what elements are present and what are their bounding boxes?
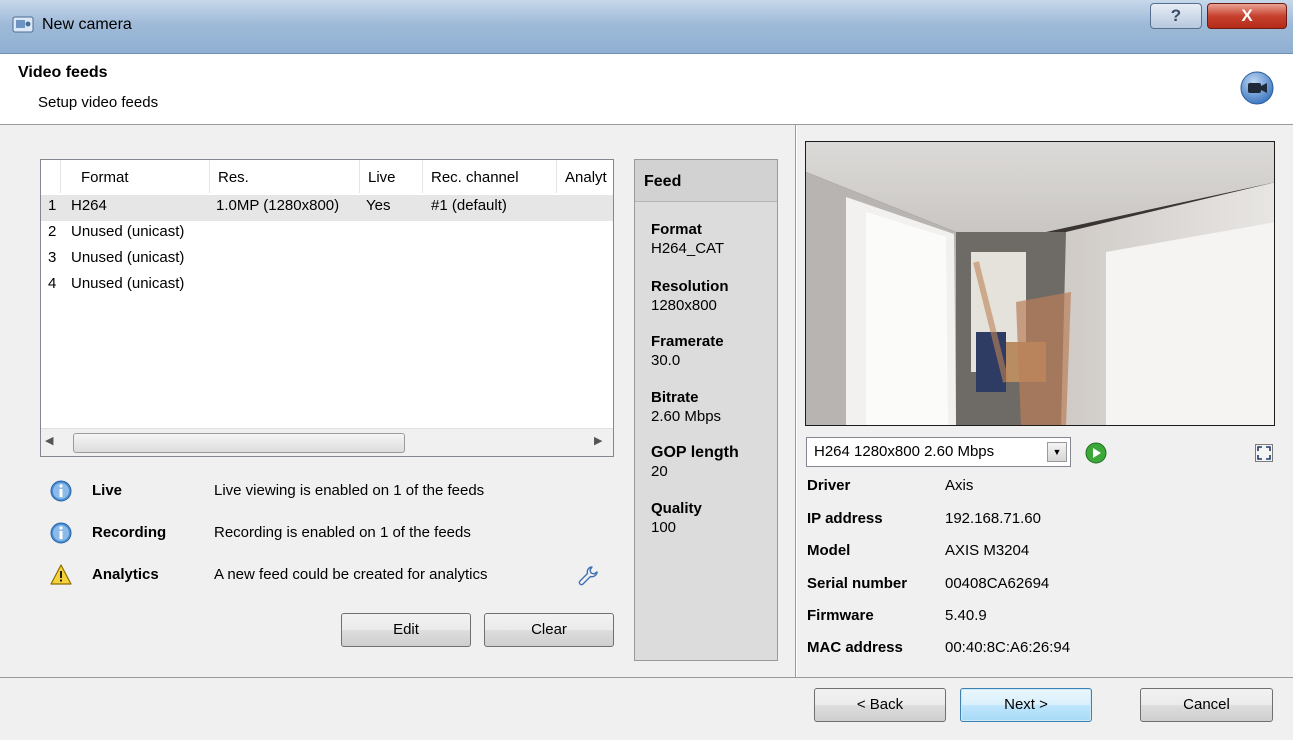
row-format: Unused (unicast)	[71, 275, 185, 292]
wrench-icon[interactable]	[577, 565, 599, 587]
mac-address-value: 00:40:8C:A6:26:94	[945, 639, 1071, 656]
play-icon[interactable]	[1085, 442, 1107, 464]
feed-format-label: Format	[651, 221, 702, 238]
page-header: Video feeds Setup video feeds	[0, 54, 1293, 125]
table-row[interactable]: 2 Unused (unicast)	[41, 221, 613, 247]
camera-icon	[1240, 71, 1274, 105]
camera-preview-image	[806, 142, 1274, 425]
row-live: Yes	[366, 197, 391, 214]
column-header-format[interactable]: Format	[61, 160, 210, 193]
table-header: Format Res. Live Rec. channel Analyt	[41, 160, 613, 193]
feed-bitrate-label: Bitrate	[651, 389, 699, 406]
serial-number-label: Serial number	[807, 575, 908, 592]
driver-label: Driver	[807, 477, 851, 494]
help-button[interactable]: ?	[1150, 3, 1202, 29]
video-preview[interactable]	[805, 141, 1275, 426]
feed-bitrate-value: 2.60 Mbps	[651, 408, 722, 425]
firmware-value: 5.40.9	[945, 607, 987, 624]
row-format: H264	[71, 197, 107, 214]
feed-quality-value: 100	[651, 519, 677, 536]
row-format: Unused (unicast)	[71, 223, 185, 240]
status-label: Recording	[92, 524, 167, 541]
model-value: AXIS M3204	[945, 542, 1030, 559]
column-header-analytics[interactable]: Analyt	[557, 160, 613, 193]
feed-panel-title: Feed	[635, 160, 777, 202]
back-button[interactable]: < Back	[814, 688, 946, 722]
feed-gop-value: 20	[651, 463, 668, 480]
scroll-right-icon[interactable]: ▶	[594, 434, 602, 447]
fullscreen-icon[interactable]	[1255, 444, 1273, 462]
info-icon	[50, 480, 72, 502]
ip-address-label: IP address	[807, 510, 883, 527]
feed-quality-label: Quality	[651, 500, 702, 517]
feed-resolution-value: 1280x800	[651, 297, 717, 314]
status-label: Live	[92, 482, 123, 499]
stream-select-value: H264 1280x800 2.60 Mbps	[814, 443, 995, 460]
scrollbar-thumb[interactable]	[73, 433, 405, 453]
feed-gop-label: GOP length	[651, 444, 739, 461]
column-header-res[interactable]: Res.	[210, 160, 360, 193]
table-row[interactable]: 3 Unused (unicast)	[41, 247, 613, 273]
row-res: 1.0MP (1280x800)	[216, 197, 340, 214]
next-button[interactable]: Next >	[960, 688, 1092, 722]
warning-icon	[50, 564, 72, 585]
stream-select[interactable]: H264 1280x800 2.60 Mbps ▼	[806, 437, 1071, 467]
chevron-down-icon[interactable]: ▼	[1047, 442, 1067, 462]
feeds-table[interactable]: Format Res. Live Rec. channel Analyt 1 H…	[40, 159, 614, 457]
column-header-live[interactable]: Live	[360, 160, 423, 193]
row-rec-channel: #1 (default)	[431, 197, 507, 214]
window-title: New camera	[42, 16, 132, 33]
row-number: 1	[48, 197, 57, 214]
feed-resolution-label: Resolution	[651, 278, 729, 295]
info-icon	[50, 522, 72, 544]
title-bar: New camera ? X	[0, 0, 1293, 54]
status-message: A new feed could be created for analytic…	[214, 566, 488, 583]
footer-bar: < Back Next > Cancel	[0, 677, 1293, 740]
panel-divider	[795, 125, 797, 677]
edit-button[interactable]: Edit	[341, 613, 471, 647]
mac-address-label: MAC address	[807, 639, 903, 656]
status-label: Analytics	[92, 566, 159, 583]
horizontal-scrollbar[interactable]: ◀ ▶	[41, 428, 613, 456]
serial-number-value: 00408CA62694	[945, 575, 1050, 592]
close-button[interactable]: X	[1207, 3, 1287, 29]
driver-value: Axis	[945, 477, 974, 494]
table-row[interactable]: 4 Unused (unicast)	[41, 273, 613, 299]
status-message: Recording is enabled on 1 of the feeds	[214, 524, 471, 541]
page-title: Video feeds	[18, 64, 108, 81]
column-header-number	[41, 160, 61, 193]
feed-details-panel: Feed Format H264_CAT Resolution 1280x800…	[634, 159, 778, 661]
ip-address-value: 192.168.71.60	[945, 510, 1041, 527]
table-row[interactable]: 1 H264 1.0MP (1280x800) Yes #1 (default)	[41, 195, 613, 221]
model-label: Model	[807, 542, 851, 559]
feed-framerate-label: Framerate	[651, 333, 724, 350]
feed-format-value: H264_CAT	[651, 240, 725, 257]
column-header-rec-channel[interactable]: Rec. channel	[423, 160, 557, 193]
row-number: 4	[48, 275, 57, 292]
status-message: Live viewing is enabled on 1 of the feed…	[214, 482, 485, 499]
scroll-left-icon[interactable]: ◀	[45, 434, 53, 447]
feed-framerate-value: 30.0	[651, 352, 681, 369]
clear-button[interactable]: Clear	[484, 613, 614, 647]
row-format: Unused (unicast)	[71, 249, 185, 266]
row-number: 3	[48, 249, 57, 266]
row-number: 2	[48, 223, 57, 240]
cancel-button[interactable]: Cancel	[1140, 688, 1273, 722]
firmware-label: Firmware	[807, 607, 874, 624]
window-camera-icon	[12, 16, 34, 33]
page-subtitle: Setup video feeds	[38, 94, 159, 111]
